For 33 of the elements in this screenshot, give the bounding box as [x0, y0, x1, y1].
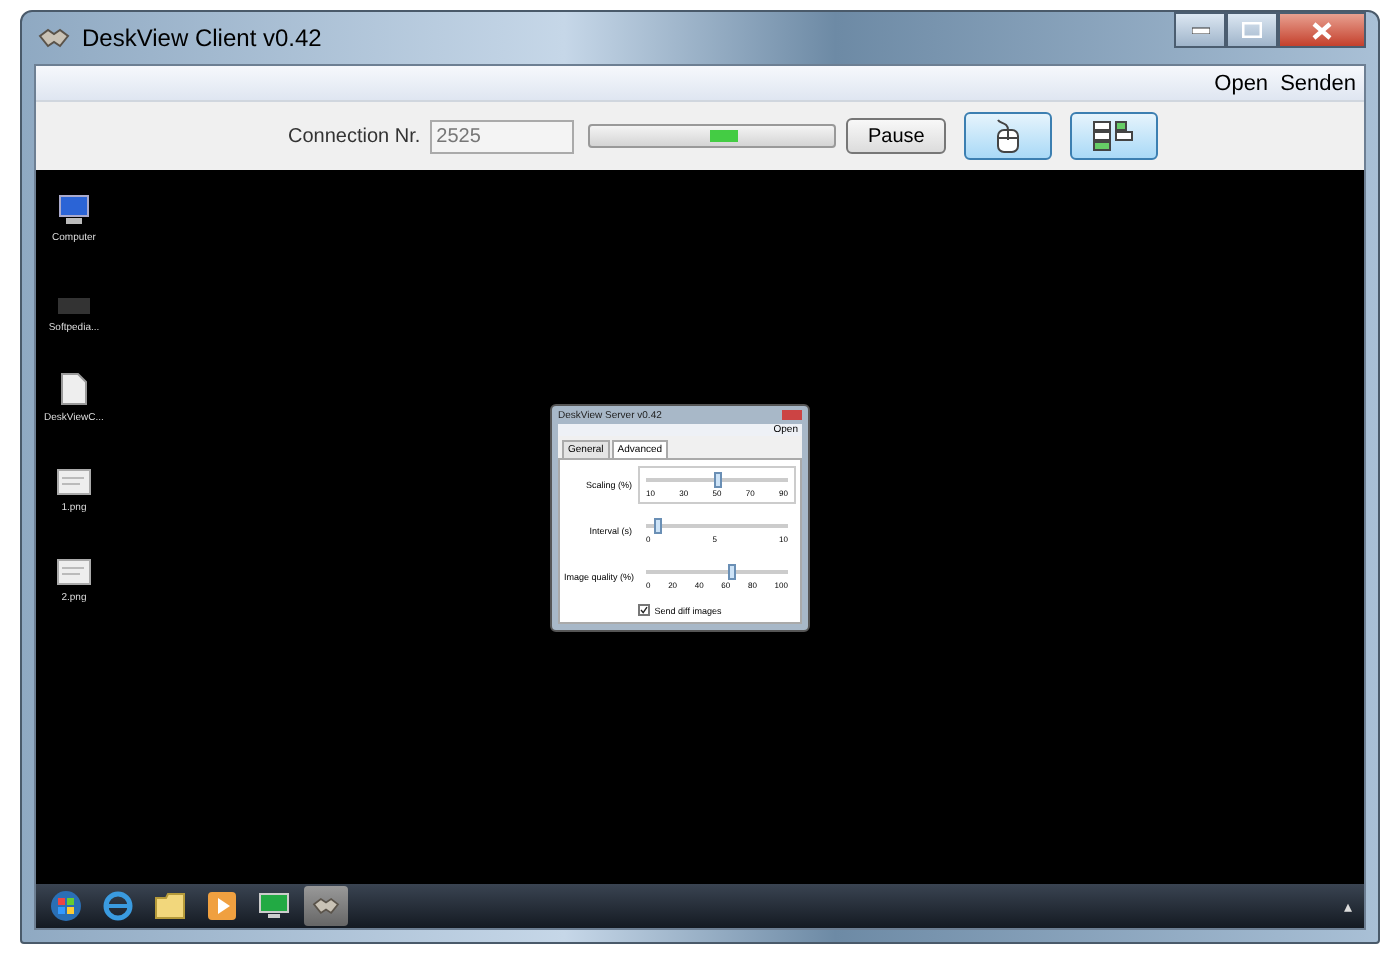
minimize-button[interactable] — [1174, 12, 1226, 48]
document-icon[interactable] — [60, 372, 88, 406]
pause-button[interactable]: Pause — [846, 118, 947, 154]
connection-label: Connection Nr. — [288, 125, 421, 147]
close-button[interactable] — [1278, 12, 1366, 48]
maximize-button[interactable] — [1226, 12, 1278, 48]
layout-toggle-button[interactable] — [1070, 112, 1159, 160]
slider-thumb[interactable] — [653, 518, 662, 534]
monitor-icon — [258, 892, 290, 920]
folder-icon — [154, 892, 186, 920]
handshake-icon — [38, 24, 70, 52]
mouse-toggle-button[interactable] — [964, 112, 1053, 160]
image-file-icon[interactable] — [56, 558, 92, 586]
check-icon — [640, 606, 649, 614]
slider-thumb[interactable] — [713, 472, 721, 488]
maximize-icon — [1242, 22, 1262, 38]
handshake-icon — [308, 894, 344, 918]
play-icon — [208, 892, 236, 920]
blocks-icon — [1092, 120, 1137, 152]
start-orb-icon — [50, 890, 82, 922]
mouse-icon — [992, 118, 1025, 154]
slider-thumb[interactable] — [727, 564, 736, 580]
menu-item[interactable]: Senden — [1280, 71, 1356, 95]
close-icon — [1312, 21, 1332, 39]
window-title: DeskView Client v0.42 — [82, 24, 322, 52]
minimize-icon — [1191, 26, 1209, 34]
menu-item[interactable]: Open — [1214, 71, 1269, 95]
browser-icon — [102, 890, 134, 922]
checkbox[interactable] — [638, 604, 651, 616]
tray-expand-button[interactable]: ▴ — [1344, 897, 1364, 915]
connection-field[interactable]: 2525 — [430, 119, 575, 153]
computer-icon[interactable] — [56, 194, 92, 226]
image-file-icon[interactable] — [56, 468, 92, 496]
